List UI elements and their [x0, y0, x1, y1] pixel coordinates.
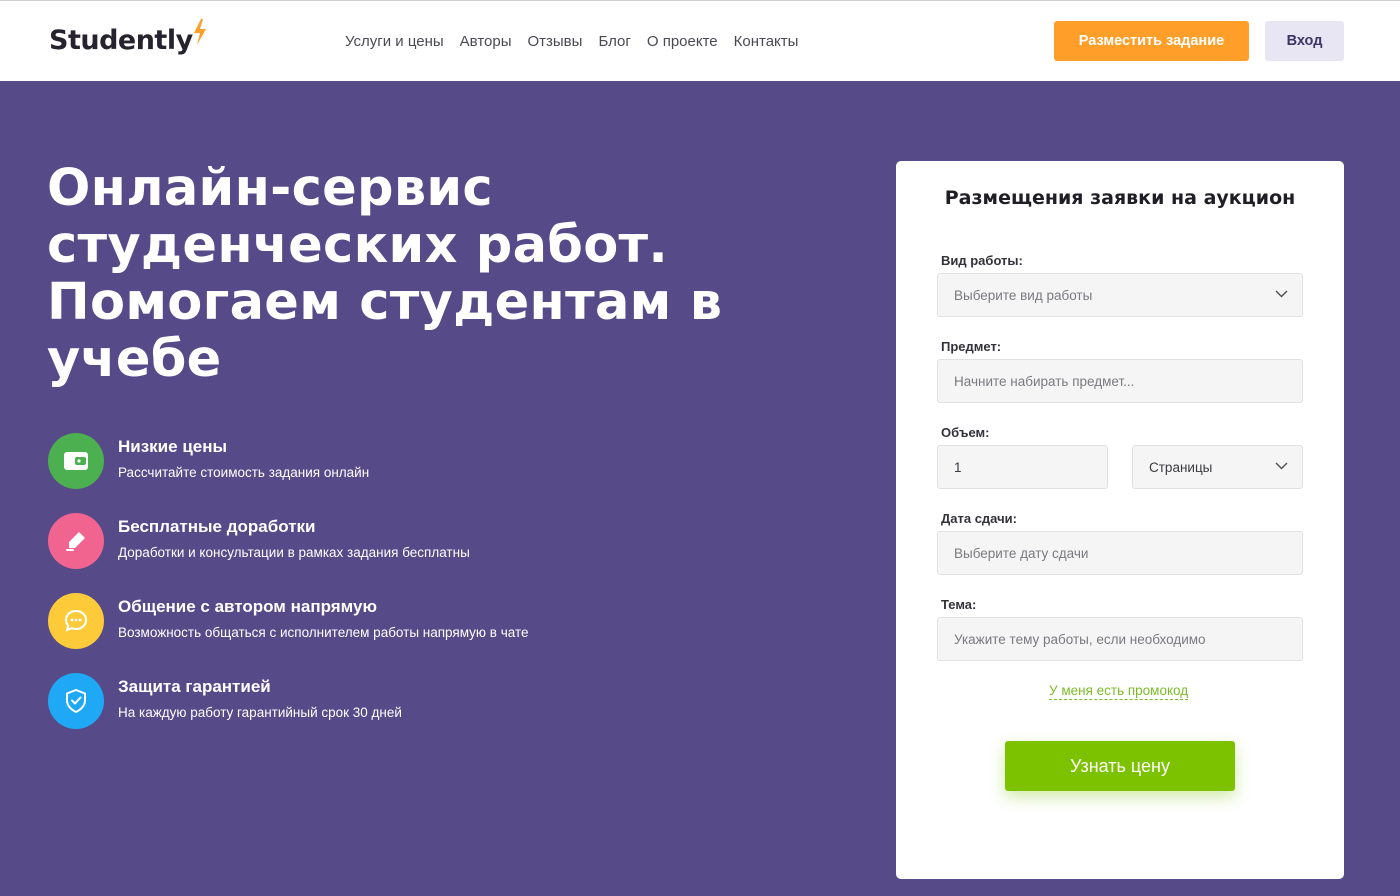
chat-icon [64, 609, 88, 632]
login-button[interactable]: Вход [1265, 21, 1344, 61]
deadline-label: Дата сдачи: [941, 511, 1017, 526]
work-type-placeholder: Выберите вид работы [954, 287, 1093, 303]
feature-low-prices: Низкие цены Рассчитайте стоимость задани… [48, 433, 808, 513]
post-task-button[interactable]: Разместить задание [1054, 21, 1249, 61]
nav-authors[interactable]: Авторы [460, 33, 512, 50]
topic-input[interactable]: Укажите тему работы, если необходимо [937, 617, 1303, 661]
feature-description: Доработки и консультации в рамках задани… [118, 545, 470, 560]
order-form-card: Размещения заявки на аукцион Вид работы:… [896, 161, 1344, 879]
deadline-placeholder: Выберите дату сдачи [954, 545, 1089, 561]
volume-unit-select[interactable]: Страницы [1132, 445, 1303, 489]
chevron-down-icon [1275, 462, 1288, 470]
work-type-select[interactable]: Выберите вид работы [937, 273, 1303, 317]
nav-reviews[interactable]: Отзывы [527, 33, 582, 50]
feature-title: Общение с автором напрямую [118, 597, 378, 616]
volume-value: 1 [954, 459, 962, 475]
feature-icon-circle [48, 513, 104, 569]
hero-title: Онлайн-сервис студенческих работ. Помога… [47, 160, 847, 388]
nav-services[interactable]: Услуги и цены [345, 33, 444, 50]
main-nav: Услуги и цены Авторы Отзывы Блог О проек… [345, 33, 798, 50]
pencil-icon [66, 532, 85, 551]
feature-title: Бесплатные доработки [118, 517, 316, 536]
volume-input[interactable]: 1 [937, 445, 1108, 489]
features-list: Низкие цены Рассчитайте стоимость задани… [48, 433, 808, 753]
topic-placeholder: Укажите тему работы, если необходимо [954, 631, 1206, 647]
volume-label: Объем: [941, 425, 990, 440]
lightning-icon [194, 19, 206, 45]
volume-unit-value: Страницы [1149, 459, 1213, 475]
topic-label: Тема: [941, 597, 977, 612]
hero-title-line: Помогаем студентам в [47, 273, 723, 332]
promo-code-link[interactable]: У меня есть промокод [1049, 683, 1189, 700]
get-price-button[interactable]: Узнать цену [1005, 741, 1235, 791]
deadline-input[interactable]: Выберите дату сдачи [937, 531, 1303, 575]
feature-icon-circle [48, 673, 104, 729]
feature-title: Защита гарантией [118, 677, 271, 696]
hero-title-line: студенческих работ. [47, 216, 669, 275]
feature-description: Рассчитайте стоимость задания онлайн [118, 465, 370, 480]
logo[interactable]: Studently [49, 25, 193, 56]
work-type-label: Вид работы: [941, 253, 1023, 268]
feature-description: Возможность общаться с исполнителем рабо… [118, 625, 529, 640]
feature-icon-circle [48, 433, 104, 489]
subject-input[interactable]: Начните набирать предмет... [937, 359, 1303, 403]
chevron-down-icon [1275, 290, 1288, 298]
subject-label: Предмет: [941, 339, 1002, 354]
feature-description: На каждую работу гарантийный срок 30 дне… [118, 705, 402, 720]
feature-free-revisions: Бесплатные доработки Доработки и консуль… [48, 513, 808, 593]
nav-about[interactable]: О проекте [647, 33, 718, 50]
hero-title-line: Онлайн-сервис [47, 159, 493, 218]
nav-blog[interactable]: Блог [598, 33, 630, 50]
site-header: Studently Услуги и цены Авторы Отзывы Бл… [0, 1, 1400, 81]
feature-direct-chat: Общение с автором напрямую Возможность о… [48, 593, 808, 673]
feature-title: Низкие цены [118, 437, 228, 456]
shield-check-icon [66, 688, 86, 714]
wallet-icon [64, 452, 88, 470]
feature-icon-circle [48, 593, 104, 649]
form-title: Размещения заявки на аукцион [944, 187, 1296, 209]
nav-contacts[interactable]: Контакты [734, 33, 799, 50]
subject-placeholder: Начните набирать предмет... [954, 373, 1135, 389]
hero-title-line: учебе [47, 330, 222, 389]
feature-guarantee: Защита гарантией На каждую работу гарант… [48, 673, 808, 753]
